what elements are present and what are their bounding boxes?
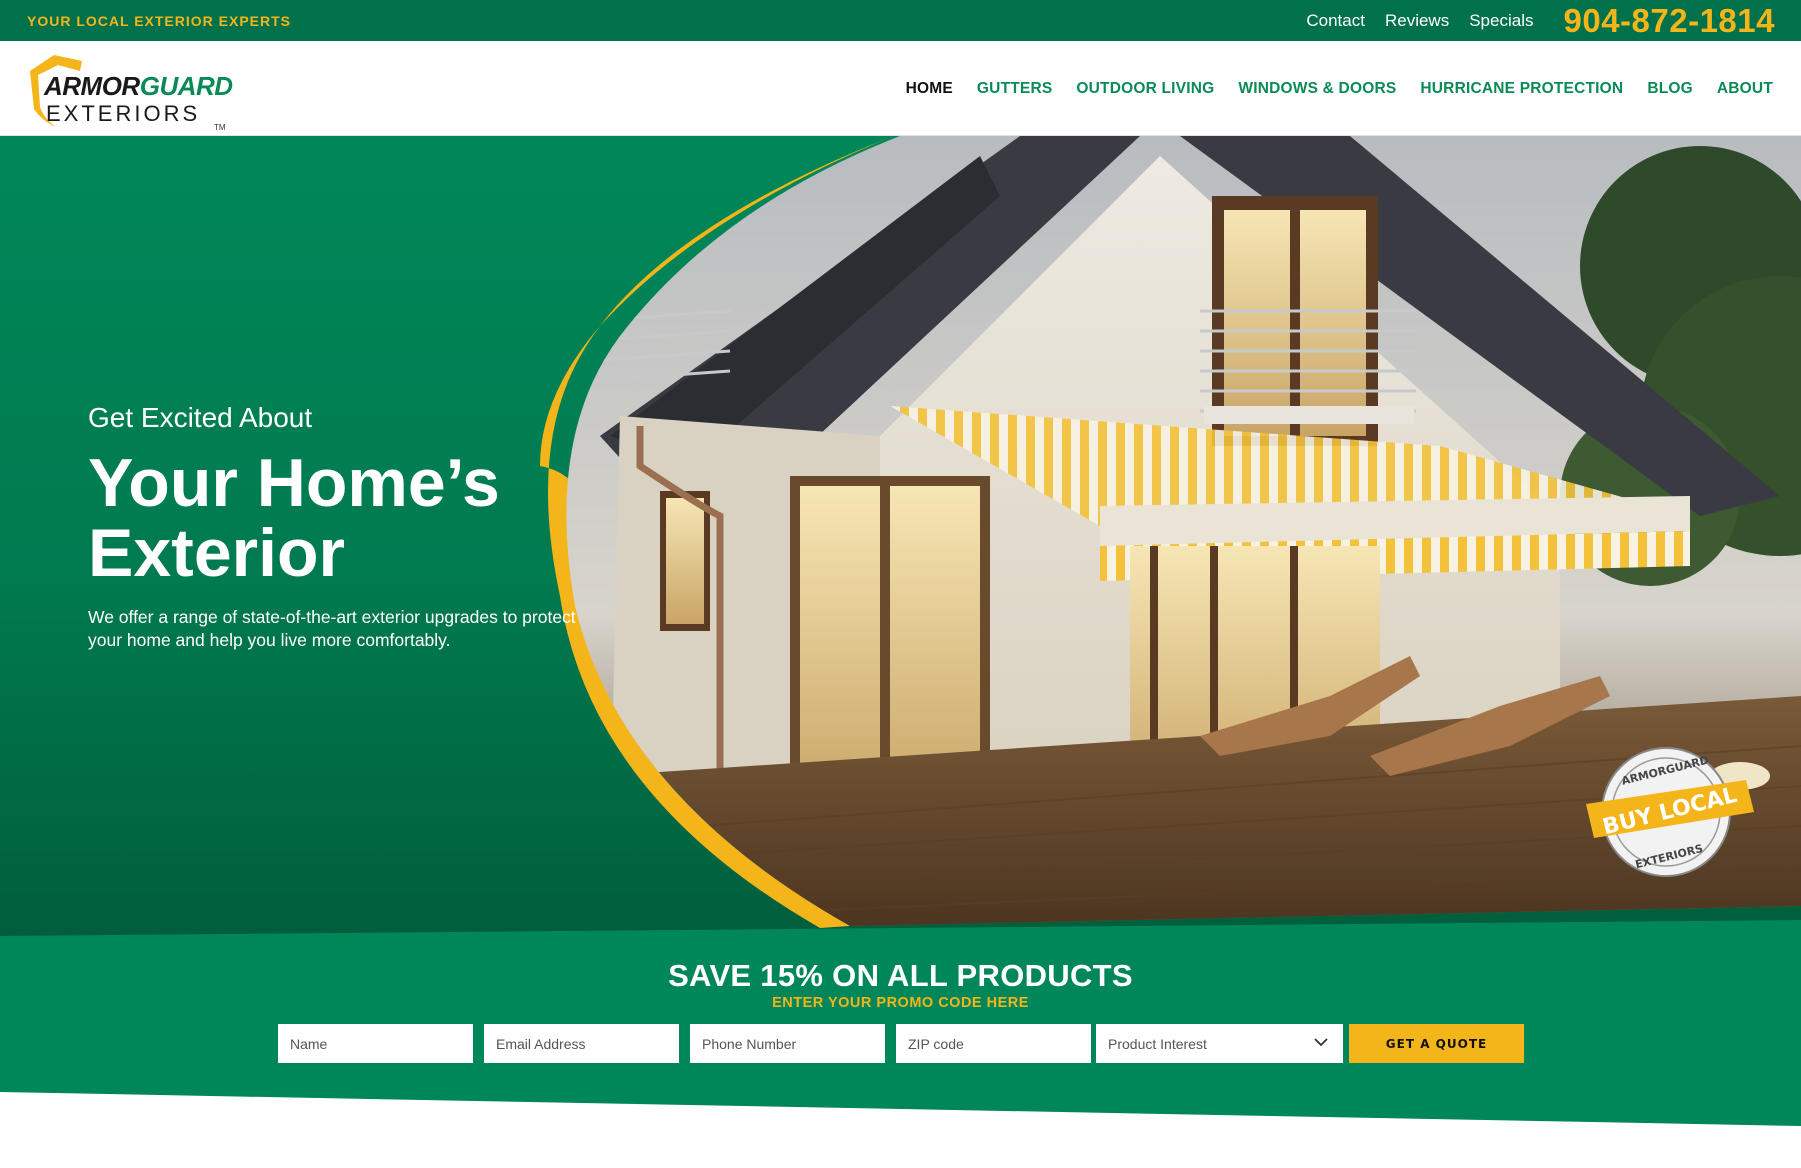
logo-word-armor: ARMOR xyxy=(44,71,140,101)
nav-item-outdoor-living[interactable]: OUTDOOR LIVING xyxy=(1076,80,1214,98)
promo-subtitle: ENTER YOUR PROMO CODE HERE xyxy=(772,995,1029,1011)
site-header: ARMORGUARD EXTERIORS TM HOME GUTTERS OUT… xyxy=(0,41,1801,136)
top-links: Contact Reviews Specials 904-872-1814 xyxy=(1286,2,1775,40)
buy-local-badge: ARMORGUARD BUY LOCAL EXTERIORS xyxy=(1586,747,1754,877)
top-bar: YOUR LOCAL EXTERIOR EXPERTS Contact Revi… xyxy=(0,0,1801,41)
nav-item-gutters[interactable]: GUTTERS xyxy=(977,80,1052,98)
contact-link[interactable]: Contact xyxy=(1306,11,1365,31)
product-interest-value: Product Interest xyxy=(1108,1035,1207,1052)
email-field[interactable] xyxy=(484,1024,679,1063)
logo-word-exteriors: EXTERIORS xyxy=(46,101,201,126)
zip-field[interactable] xyxy=(896,1024,1091,1063)
phone-field[interactable] xyxy=(690,1024,885,1063)
name-field[interactable] xyxy=(278,1024,473,1063)
specials-link[interactable]: Specials xyxy=(1469,11,1533,31)
hero-headline-line1: Your Home’s xyxy=(88,445,500,521)
logo-trademark: TM xyxy=(214,123,226,132)
promo-title: SAVE 15% ON ALL PRODUCTS xyxy=(668,958,1133,993)
product-interest-select[interactable]: Product Interest xyxy=(1096,1024,1343,1063)
reviews-link[interactable]: Reviews xyxy=(1385,11,1449,31)
nav-item-about[interactable]: ABOUT xyxy=(1717,80,1773,98)
chevron-down-icon xyxy=(1314,1038,1328,1047)
nav-item-windows-doors[interactable]: WINDOWS & DOORS xyxy=(1238,80,1396,98)
hero-subtext: We offer a range of state-of-the-art ext… xyxy=(88,607,576,650)
nav-item-home[interactable]: HOME xyxy=(906,80,953,98)
hero-headline: Your Home’s Exterior xyxy=(88,448,608,588)
quote-form: Product Interest GET A QUOTE xyxy=(278,1024,1524,1063)
nav-item-blog[interactable]: BLOG xyxy=(1647,80,1693,98)
main-nav: HOME GUTTERS OUTDOOR LIVING WINDOWS & DO… xyxy=(882,41,1773,136)
promo-section: SAVE 15% ON ALL PRODUCTS ENTER YOUR PROM… xyxy=(0,920,1801,1150)
logo-word-guard: GUARD xyxy=(139,71,233,101)
nav-item-hurricane-protection[interactable]: HURRICANE PROTECTION xyxy=(1420,80,1623,98)
hero-copy: Get Excited About Your Home’s Exterior W… xyxy=(88,402,608,652)
hero-headline-line2: Exterior xyxy=(88,515,345,591)
hero-section: Get Excited About Your Home’s Exterior W… xyxy=(0,136,1801,936)
logo-wordmark: ARMORGUARD xyxy=(44,71,233,102)
hero-eyebrow: Get Excited About xyxy=(88,402,313,433)
get-a-quote-button[interactable]: GET A QUOTE xyxy=(1349,1024,1524,1063)
tagline: YOUR LOCAL EXTERIOR EXPERTS xyxy=(27,12,291,29)
phone-number-link[interactable]: 904-872-1814 xyxy=(1563,2,1775,40)
armorguard-logo[interactable]: ARMORGUARD EXTERIORS TM xyxy=(24,49,234,132)
